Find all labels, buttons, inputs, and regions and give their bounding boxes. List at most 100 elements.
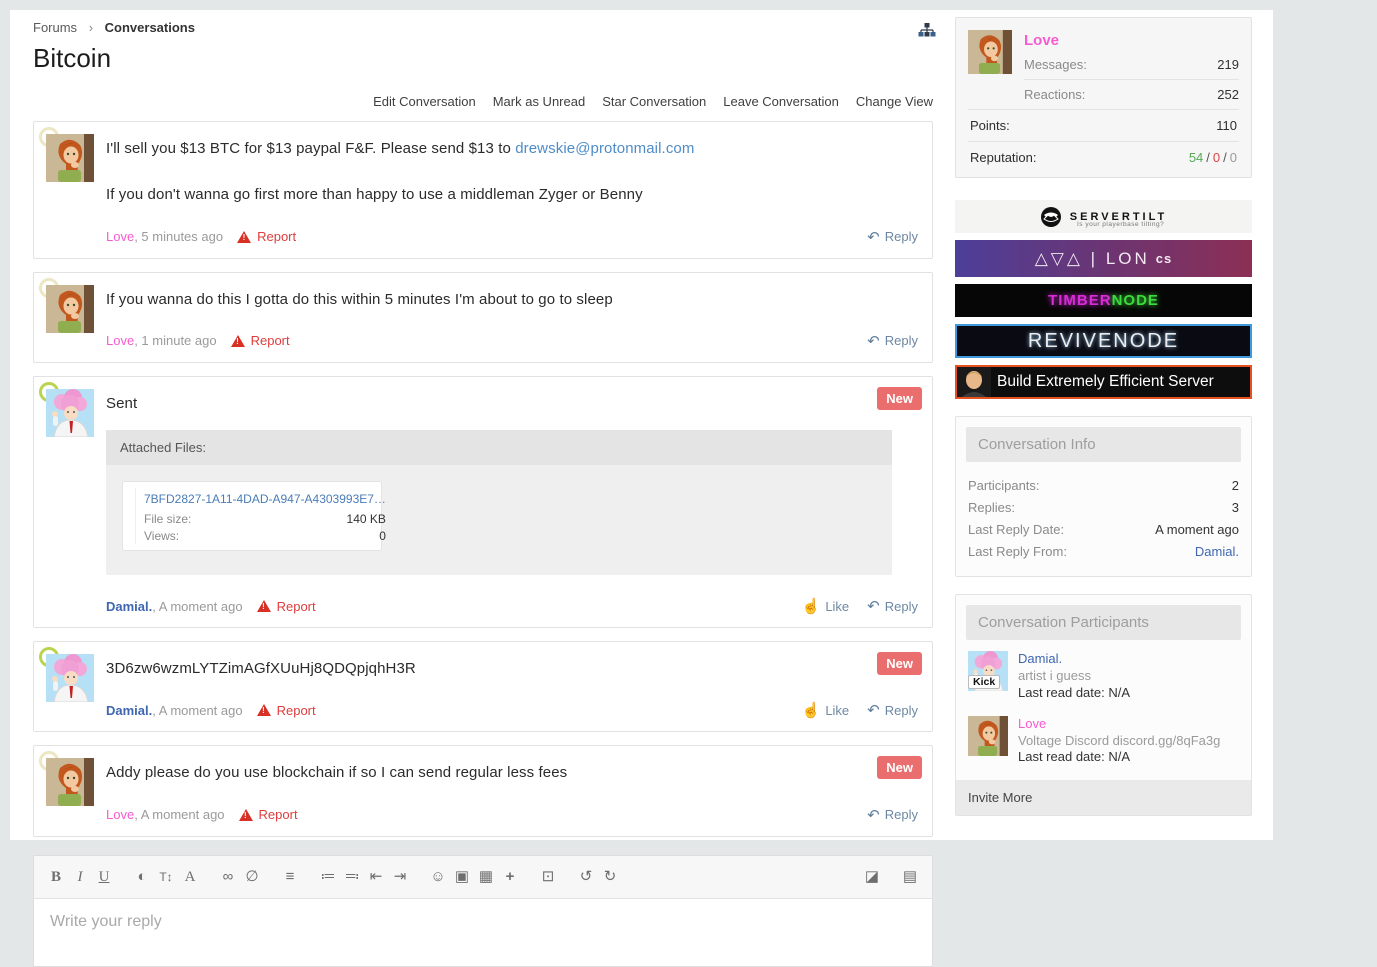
report-warning-icon (237, 230, 252, 243)
reactions-count: 252 (1217, 87, 1239, 102)
alignment-button[interactable]: ≡ (278, 865, 302, 889)
remove-formatting-button[interactable]: ◪ (860, 865, 884, 889)
avatar-love[interactable] (968, 715, 1008, 756)
mark-as-unread-link[interactable]: Mark as Unread (493, 94, 585, 109)
undo-button[interactable]: ↺ (574, 865, 598, 889)
attachment-filename-link[interactable]: 7BFD2827-1A11-4DAD-A947-A4303993E7… (144, 492, 386, 506)
participant-name-link[interactable]: Damial. (1018, 651, 1130, 667)
author-link[interactable]: Love (106, 229, 134, 244)
message-text: If you wanna do this I gotta do this wit… (106, 290, 613, 308)
avatar-love[interactable] (968, 30, 1012, 74)
participant-subtitle: artist i guess (1018, 668, 1091, 684)
revivenode-text: REVIVENODE (1027, 329, 1180, 352)
report-link[interactable]: Report (237, 229, 296, 244)
insert-media-button[interactable]: ▦ (474, 865, 498, 889)
reply-link[interactable]: ↶ Reply (867, 597, 918, 615)
banner-build-server[interactable]: Build Extremely Efficient Server (955, 365, 1252, 399)
page-sheet: Forums › Conversations Bitcoin Edit Conv… (10, 10, 1273, 967)
replies-label: Replies: (968, 499, 1015, 515)
avatar-damial[interactable] (39, 647, 94, 702)
points-label: Points: (970, 118, 1010, 133)
report-warning-icon (256, 704, 271, 717)
reply-link[interactable]: ↶ Reply (867, 701, 918, 719)
like-link[interactable]: ☝ Like (802, 597, 850, 615)
italic-button[interactable]: I (68, 865, 92, 889)
attachment-thumbnail (135, 488, 136, 544)
author-link[interactable]: Damial. (106, 703, 152, 718)
breadcrumb-conversations[interactable]: Conversations (105, 20, 195, 35)
banner-servertilt[interactable]: SERVERTILT Is your playerbase tilting? (955, 200, 1252, 233)
reactions-label: Reactions: (1024, 87, 1086, 102)
like-link[interactable]: ☝ Like (802, 701, 850, 719)
redo-button[interactable]: ↻ (598, 865, 622, 889)
author-link[interactable]: Love (106, 333, 134, 348)
underline-button[interactable]: U (92, 865, 116, 889)
indent-button[interactable]: ⇥ (388, 865, 412, 889)
banner-timbernode[interactable]: TIMBER NODE (955, 284, 1252, 317)
report-link[interactable]: Report (230, 333, 290, 348)
bold-button[interactable]: B (44, 865, 68, 889)
report-warning-icon (256, 600, 271, 612)
reply-link[interactable]: ↶ Reply (867, 228, 918, 246)
avatar-love[interactable] (39, 127, 94, 182)
font-family-button[interactable]: A (178, 865, 202, 889)
points-count: 110 (1216, 118, 1237, 133)
edit-conversation-link[interactable]: Edit Conversation (373, 94, 476, 109)
avatar-love[interactable] (39, 277, 94, 333)
attachment-file-card[interactable]: 7BFD2827-1A11-4DAD-A947-A4303993E7… File… (122, 481, 386, 551)
timestamp: , 5 minutes ago (134, 229, 224, 244)
report-link[interactable]: Report (256, 599, 316, 614)
report-warning-icon (230, 334, 245, 347)
toggle-source-button[interactable]: ▤ (898, 865, 922, 889)
attached-files-header: Attached Files: (106, 430, 892, 465)
message-card: New Addy please do you use blockchain if… (33, 745, 933, 837)
save-draft-button[interactable]: ⊡ (536, 865, 560, 889)
banner-revivenode[interactable]: REVIVENODE (955, 324, 1252, 358)
author-link[interactable]: Love (106, 807, 134, 822)
report-link[interactable]: Report (238, 807, 298, 822)
username-link[interactable]: Love (1024, 32, 1239, 49)
report-link[interactable]: Report (256, 703, 316, 718)
font-size-button[interactable]: T↕ (154, 865, 178, 889)
participant-name-link[interactable]: Love (1018, 716, 1220, 732)
unlink-button[interactable]: ∅ (240, 865, 264, 889)
last-reply-from-link[interactable]: Damial. (1195, 544, 1239, 559)
thumbs-up-icon: ☝ (801, 598, 821, 615)
messages-count: 219 (1217, 57, 1239, 72)
avatar-damial[interactable] (39, 381, 94, 437)
insert-more-button[interactable]: + (498, 865, 522, 889)
avatar-love[interactable] (39, 751, 94, 807)
unordered-list-button[interactable]: ≔ (316, 865, 340, 889)
file-size-label: File size: (144, 512, 192, 526)
message-card: New Sent Attached Files: 7BFD2827-1A11-4… (33, 375, 933, 628)
insert-image-button[interactable]: ▣ (450, 865, 474, 889)
email-link[interactable]: drewskie@protonmail.com (515, 140, 694, 157)
change-view-link[interactable]: Change View (856, 94, 933, 109)
servertilt-tagline: Is your playerbase tilting? (1077, 221, 1165, 228)
banner-avalon[interactable]: △▽△ | LON cs (955, 240, 1252, 277)
conversation-info-title: Conversation Info (966, 427, 1241, 462)
breadcrumb-forums[interactable]: Forums (33, 20, 77, 35)
invite-more-link[interactable]: Invite More (956, 779, 1251, 815)
ordered-list-button[interactable]: ≕ (340, 865, 364, 889)
page-title: Bitcoin (33, 43, 112, 73)
text-color-button[interactable]: ◐ (130, 865, 154, 889)
message-text: I'll sell you $13 BTC for $13 paypal F&F… (106, 140, 695, 157)
kick-badge: Kick (968, 675, 1001, 689)
sitemap-icon[interactable] (918, 22, 936, 40)
leave-conversation-link[interactable]: Leave Conversation (723, 94, 839, 109)
spokesperson-photo (957, 367, 991, 397)
outdent-button[interactable]: ⇤ (364, 865, 388, 889)
star-conversation-link[interactable]: Star Conversation (602, 94, 706, 109)
message-text: If you don't wanna go first more than ha… (106, 186, 643, 204)
reply-link[interactable]: ↶ Reply (867, 806, 918, 824)
reply-link[interactable]: ↶ Reply (867, 332, 918, 350)
smilies-button[interactable]: ☺ (426, 865, 450, 889)
views-label: Views: (144, 529, 180, 543)
reply-input[interactable] (50, 912, 916, 947)
author-link[interactable]: Damial. (106, 599, 152, 614)
reply-arrow-icon: ↶ (867, 228, 880, 246)
avatar-damial[interactable]: Kick (967, 650, 1009, 692)
insert-link-button[interactable]: ∞ (216, 865, 240, 889)
servertilt-logo-icon (1040, 206, 1061, 227)
